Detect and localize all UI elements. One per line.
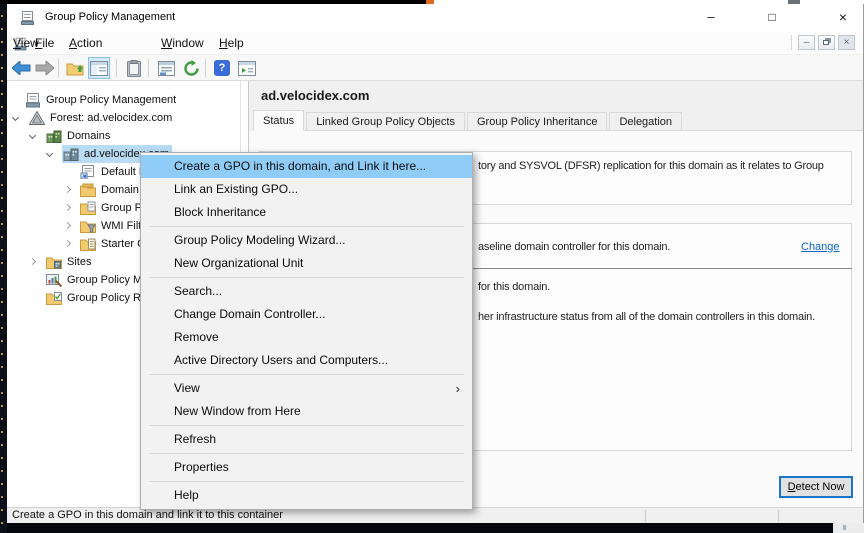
toolbar-separator <box>116 59 117 77</box>
menu-item-properties[interactable]: Properties <box>141 456 472 479</box>
screen: Group Policy Management – □ × File Actio… <box>0 0 864 533</box>
up-one-level-icon[interactable] <box>64 57 86 79</box>
tree-item-root[interactable]: Group Policy Management <box>7 91 240 109</box>
menu-item-help[interactable]: Help <box>141 484 472 507</box>
chevron-right-icon[interactable] <box>64 240 71 247</box>
gpo-link-icon <box>80 165 97 179</box>
chevron-right-icon[interactable] <box>64 186 71 193</box>
export-list-icon[interactable] <box>155 57 177 79</box>
folder-icon <box>80 183 97 197</box>
replication-status-text: tory and SYSVOL (DFSR) replication for t… <box>478 160 824 172</box>
menu-item-remove[interactable]: Remove <box>141 326 472 349</box>
menu-separator <box>149 481 464 482</box>
chevron-down-icon[interactable] <box>46 150 53 157</box>
chevron-right-icon[interactable] <box>29 258 36 265</box>
wmi-filter-icon <box>80 219 97 233</box>
tab-delegation[interactable]: Delegation <box>609 112 682 131</box>
gpm-icon <box>25 93 42 107</box>
help-icon[interactable]: ? <box>211 57 233 79</box>
menu-view[interactable]: View <box>7 35 45 52</box>
statusbar-divider <box>778 510 779 522</box>
gather-status-text: her infrastructure status from all of th… <box>478 311 815 323</box>
page-title: ad.velocidex.com <box>261 88 369 103</box>
desktop-left-sliver <box>0 4 7 533</box>
domain-icon <box>63 147 80 161</box>
mdi-close-button[interactable]: × <box>838 35 855 50</box>
sites-folder-icon <box>46 255 63 269</box>
menu-item-create-gpo-link-here[interactable]: Create a GPO in this domain, and Link it… <box>141 155 472 178</box>
menu-action[interactable]: Action <box>63 35 108 52</box>
statusbar-divider <box>645 510 646 522</box>
menu-help[interactable]: Help <box>213 35 250 52</box>
statusbar-text: Create a GPO in this domain and link it … <box>12 509 283 521</box>
gpmc-app-icon <box>20 10 36 26</box>
tab-linked-gpos[interactable]: Linked Group Policy Objects <box>306 112 465 131</box>
maximize-button[interactable]: □ <box>749 4 795 32</box>
menu-item-gp-modeling-wizard[interactable]: Group Policy Modeling Wizard... <box>141 229 472 252</box>
chevron-right-icon[interactable] <box>64 222 71 229</box>
baseline-dc-text: aseline domain controller for this domai… <box>478 241 670 253</box>
refresh-icon[interactable] <box>180 57 202 79</box>
detect-now-button[interactable]: Detect Now <box>779 476 853 498</box>
tab-bar: StatusLinked Group Policy ObjectsGroup P… <box>253 110 863 131</box>
forward-icon[interactable] <box>33 57 55 79</box>
menu-item-search[interactable]: Search... <box>141 280 472 303</box>
toolbar-separator <box>58 59 59 77</box>
gp-modeling-icon <box>46 273 63 287</box>
gp-results-icon <box>46 291 63 305</box>
show-new-window-icon[interactable] <box>236 57 258 79</box>
menu-item-view[interactable]: View › <box>141 377 472 400</box>
desktop-bottom-corner <box>833 523 864 533</box>
toolbar-separator <box>205 59 206 77</box>
toolbar: ? <box>7 55 863 81</box>
tab-status[interactable]: Status <box>253 110 304 131</box>
tree-item-forest[interactable]: Forest: ad.velocidex.com <box>7 109 240 127</box>
titlebar: Group Policy Management – □ × <box>7 4 863 32</box>
chevron-down-icon[interactable] <box>29 132 36 139</box>
folder-gpo-icon <box>80 201 97 215</box>
menu-separator <box>149 453 464 454</box>
menu-item-link-existing-gpo[interactable]: Link an Existing GPO... <box>141 178 472 201</box>
desktop-bottom-sliver <box>7 523 864 533</box>
restore-icon <box>823 40 829 45</box>
menu-item-new-organizational-unit[interactable]: New Organizational Unit <box>141 252 472 275</box>
chevron-down-icon[interactable] <box>12 114 19 121</box>
tab-gp-inheritance[interactable]: Group Policy Inheritance <box>467 112 607 131</box>
no-status-text: for this domain. <box>478 281 550 293</box>
change-link[interactable]: Change <box>801 241 840 253</box>
close-button[interactable]: × <box>820 4 864 32</box>
menu-item-block-inheritance[interactable]: Block Inheritance <box>141 201 472 224</box>
tree-item-domains[interactable]: Domains <box>7 127 240 145</box>
domains-icon <box>46 129 63 143</box>
folder-starter-icon <box>80 237 97 251</box>
menu-item-aduc[interactable]: Active Directory Users and Computers... <box>141 349 472 372</box>
context-menu: Create a GPO in this domain, and Link it… <box>140 152 473 510</box>
menu-item-refresh[interactable]: Refresh <box>141 428 472 451</box>
menu-separator <box>149 226 464 227</box>
paste-clipboard-icon[interactable] <box>123 57 145 79</box>
menu-separator <box>149 277 464 278</box>
mdi-window-controls: – × <box>791 35 855 50</box>
menu-window[interactable]: Window <box>155 35 210 52</box>
menu-separator <box>149 374 464 375</box>
menubar: File Action View Window Help – × <box>7 32 863 55</box>
submenu-arrow-icon: › <box>456 377 460 400</box>
desktop-bottom-tick <box>843 525 846 530</box>
menu-separator <box>149 425 464 426</box>
menu-item-new-window-from-here[interactable]: New Window from Here <box>141 400 472 423</box>
show-console-tree-icon[interactable] <box>88 57 110 79</box>
forest-icon <box>29 111 46 125</box>
back-icon[interactable] <box>10 57 32 79</box>
menu-item-change-domain-controller[interactable]: Change Domain Controller... <box>141 303 472 326</box>
mdi-restore-button[interactable] <box>818 35 835 50</box>
window-title: Group Policy Management <box>45 11 175 23</box>
mdi-divider <box>791 35 792 50</box>
minimize-button[interactable]: – <box>688 4 734 32</box>
mdi-minimize-button[interactable]: – <box>798 35 815 50</box>
chevron-right-icon[interactable] <box>64 204 71 211</box>
toolbar-separator <box>148 59 149 77</box>
